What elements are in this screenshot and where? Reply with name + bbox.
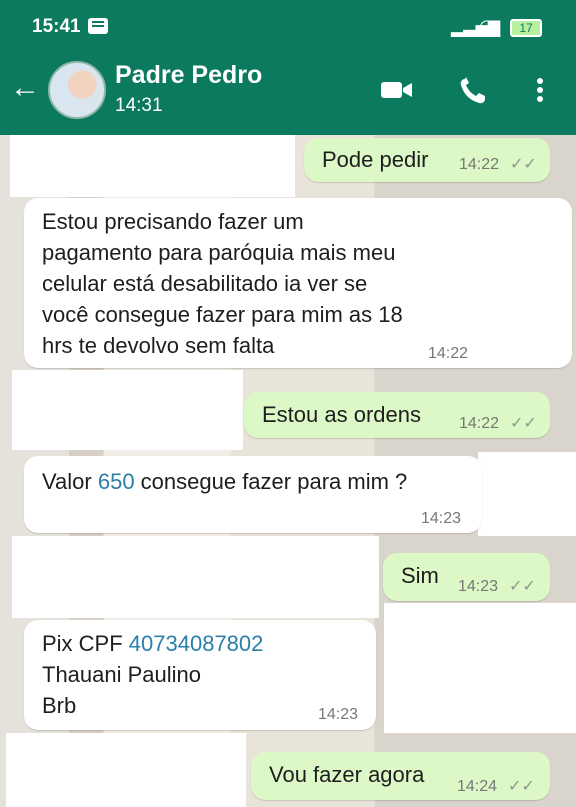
message-text: Vou fazer agora bbox=[269, 762, 425, 787]
last-seen: 14:31 bbox=[115, 95, 163, 116]
message-text: Pix CPF 40734087802 Thauani Paulino Brb bbox=[42, 628, 263, 721]
message-time: 14:22 bbox=[428, 345, 469, 362]
read-receipt-icon: ✓✓ bbox=[508, 778, 535, 795]
message-time: 14:23 bbox=[458, 578, 499, 595]
wifi-icon: ◠ bbox=[479, 16, 495, 36]
redaction bbox=[6, 733, 246, 807]
message-bubble-outgoing[interactable]: Estou as ordens 14:22 ✓✓ bbox=[244, 392, 550, 438]
read-receipt-icon: ✓✓ bbox=[510, 156, 537, 173]
message-time: 14:23 bbox=[318, 706, 359, 723]
redaction bbox=[12, 370, 243, 450]
redaction bbox=[478, 452, 576, 536]
redaction bbox=[384, 603, 576, 733]
message-time: 14:22 bbox=[459, 156, 500, 173]
status-time: 15:41 bbox=[32, 16, 81, 37]
message-text: Sim bbox=[401, 563, 439, 588]
redaction bbox=[12, 536, 379, 618]
message-text-prefix: Pix CPF bbox=[42, 631, 129, 656]
message-line: Estou precisando fazer um bbox=[42, 209, 304, 234]
more-vertical-icon[interactable] bbox=[532, 75, 548, 105]
message-line: celular está desabilitado ia ver se bbox=[42, 271, 368, 296]
message-line: hrs te devolvo sem falta bbox=[42, 333, 275, 358]
status-bar: 15:41 ▂▃▅▇ ◠ 17 bbox=[0, 0, 576, 55]
message-time: 14:24 bbox=[457, 778, 498, 795]
message-line: Thauani Paulino bbox=[42, 662, 202, 687]
message-text: Estou as ordens bbox=[262, 402, 421, 427]
message-text: Estou precisando fazer um pagamento para… bbox=[42, 206, 403, 361]
contact-name[interactable]: Padre Pedro bbox=[115, 61, 262, 90]
message-text: Pode pedir bbox=[322, 147, 429, 172]
message-time: 14:22 bbox=[459, 415, 500, 432]
phone-icon[interactable] bbox=[456, 75, 490, 105]
message-line: você consegue fazer para mim as 18 bbox=[42, 302, 403, 327]
chat-header: ← Padre Pedro 14:31 bbox=[0, 55, 576, 135]
video-call-icon[interactable] bbox=[380, 75, 414, 105]
message-bubble-incoming[interactable]: Valor 650 consegue fazer para mim ? 14:2… bbox=[24, 456, 482, 533]
redaction bbox=[10, 135, 295, 197]
message-text-suffix: consegue fazer para mim ? bbox=[134, 469, 408, 494]
battery-icon: 17 bbox=[510, 19, 542, 37]
read-receipt-icon: ✓✓ bbox=[509, 578, 536, 595]
message-bubble-incoming[interactable]: Estou precisando fazer um pagamento para… bbox=[24, 198, 572, 368]
message-text: Valor 650 consegue fazer para mim ? bbox=[42, 466, 407, 497]
message-notification-icon bbox=[88, 18, 108, 34]
message-line: pagamento para paróquia mais meu bbox=[42, 240, 396, 265]
detected-number-link[interactable]: 40734087802 bbox=[129, 631, 264, 656]
message-bubble-incoming[interactable]: Pix CPF 40734087802 Thauani Paulino Brb … bbox=[24, 620, 376, 730]
message-bubble-outgoing[interactable]: Pode pedir 14:22 ✓✓ bbox=[304, 138, 550, 182]
message-text-prefix: Valor bbox=[42, 469, 98, 494]
detected-number-link[interactable]: 650 bbox=[98, 469, 135, 494]
battery-level: 17 bbox=[519, 21, 533, 35]
avatar[interactable] bbox=[48, 61, 106, 119]
message-line: Brb bbox=[42, 693, 77, 718]
read-receipt-icon: ✓✓ bbox=[510, 415, 537, 432]
message-time: 14:23 bbox=[421, 510, 462, 527]
message-line: Pix CPF 40734087802 bbox=[42, 628, 263, 659]
arrow-left-icon[interactable]: ← bbox=[10, 71, 40, 105]
message-bubble-outgoing[interactable]: Sim 14:23 ✓✓ bbox=[383, 553, 550, 601]
message-bubble-outgoing[interactable]: Vou fazer agora 14:24 ✓✓ bbox=[251, 752, 550, 800]
